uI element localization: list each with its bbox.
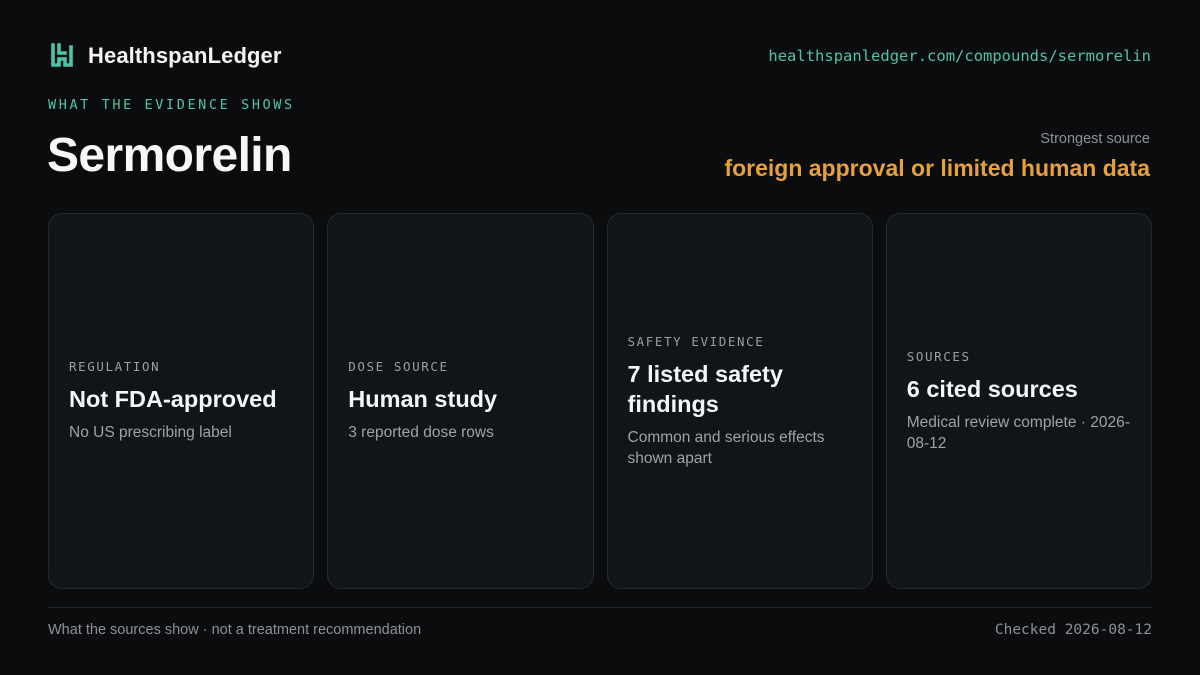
footer-disclaimer: What the sources show · not a treatment … (48, 622, 422, 638)
strongest-source-value: foreign approval or limited human data (724, 155, 1150, 181)
card-label: SOURCES (906, 348, 971, 364)
card-value: 7 listed safety findings (627, 360, 783, 417)
brand[interactable]: HealthspanLedger (48, 42, 282, 70)
card-label: REGULATION (69, 359, 161, 374)
card-label: SAFETY EVIDENCE (627, 333, 765, 349)
section-eyebrow: WHAT THE EVIDENCE SHOWS (48, 97, 295, 113)
page-url-link[interactable]: healthspanledger.com/compounds/sermoreli… (768, 47, 1151, 65)
card-value: Not FDA-approved (69, 386, 277, 412)
card-note: Common and serious effects shown apart (627, 428, 825, 467)
sources-card: SOURCES 6 cited sources Medical review c… (885, 213, 1152, 589)
footer-divider (48, 607, 1152, 608)
brand-name: HealthspanLedger (88, 43, 282, 68)
safety-evidence-card: SAFETY EVIDENCE 7 listed safety findings… (606, 213, 873, 589)
brand-logo-icon (51, 43, 73, 67)
card-value: 6 cited sources (906, 375, 1078, 402)
evidence-cards: REGULATION Not FDA-approved No US prescr… (48, 213, 1152, 589)
page-title: Sermorelin (47, 129, 292, 182)
card-note: Medical review complete · 2026-08-12 (906, 413, 1130, 452)
card-note: No US prescribing label (69, 424, 232, 441)
card-label: DOSE SOURCE (348, 359, 449, 374)
regulation-card: REGULATION Not FDA-approved No US prescr… (48, 213, 315, 589)
checked-date: Checked 2026-08-12 (994, 622, 1152, 638)
dose-source-card: DOSE SOURCE Human study 3 reported dose … (327, 213, 594, 589)
card-note: 3 reported dose rows (348, 424, 494, 441)
card-value: Human study (348, 386, 498, 412)
strongest-source-label: Strongest source (1040, 131, 1150, 147)
